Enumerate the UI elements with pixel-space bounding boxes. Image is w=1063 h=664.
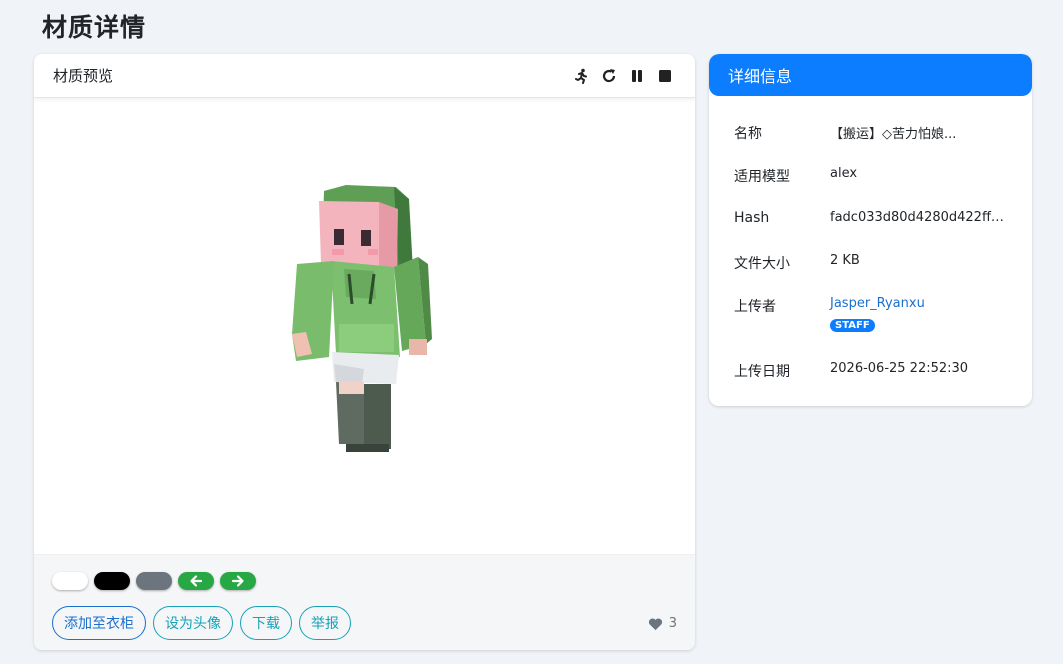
preview-title: 材质预览 bbox=[53, 67, 114, 85]
size-value: 2 KB bbox=[830, 253, 860, 268]
model-label: 适用模型 bbox=[734, 169, 790, 185]
background-swatches bbox=[52, 572, 256, 590]
reset-icon[interactable] bbox=[601, 68, 617, 84]
likes-counter: 3 bbox=[648, 616, 677, 631]
prev-bg-button[interactable] bbox=[178, 572, 214, 590]
bg-white-swatch[interactable] bbox=[52, 572, 88, 590]
staff-badge: STAFF bbox=[830, 319, 875, 332]
date-label: 上传日期 bbox=[734, 364, 790, 380]
name-label: 名称 bbox=[734, 126, 762, 142]
info-header: 详细信息 bbox=[709, 54, 1032, 96]
pause-icon[interactable] bbox=[629, 68, 645, 84]
set-avatar-button[interactable]: 设为头像 bbox=[153, 606, 233, 640]
hash-label: Hash bbox=[734, 210, 770, 226]
name-value: 【搬运】◇苦力怕娘... bbox=[830, 127, 957, 142]
run-icon[interactable] bbox=[573, 68, 589, 84]
bg-black-swatch[interactable] bbox=[94, 572, 130, 590]
arrow-right-icon bbox=[231, 575, 244, 587]
date-value: 2026-06-25 22:52:30 bbox=[830, 361, 969, 376]
preview-toolbar bbox=[573, 68, 673, 84]
heart-icon bbox=[648, 617, 662, 630]
info-card: 详细信息 名称 【搬运】◇苦力怕娘... 适用模型 alex Hash fadc… bbox=[709, 54, 1032, 406]
uploader-label: 上传者 bbox=[734, 299, 776, 315]
hash-value: fadc033d80d4280d422ffe... bbox=[830, 210, 1010, 225]
size-label: 文件大小 bbox=[734, 256, 790, 272]
action-buttons: 添加至衣柜 设为头像 下载 举报 bbox=[52, 606, 351, 640]
preview-card: 材质预览 添加至衣柜 设为头像 下载 举报 3 bbox=[34, 54, 695, 650]
preview-header: 材质预览 bbox=[34, 54, 695, 98]
arrow-left-icon bbox=[190, 575, 203, 587]
uploader-link[interactable]: Jasper_Ryanxu bbox=[830, 296, 925, 311]
report-button[interactable]: 举报 bbox=[299, 606, 351, 640]
skin-model bbox=[292, 185, 432, 452]
likes-count: 3 bbox=[668, 616, 677, 631]
uploader-value-group: Jasper_Ryanxu STAFF bbox=[830, 296, 1010, 332]
page-title: 材质详情 bbox=[42, 13, 147, 42]
skin-preview-canvas[interactable] bbox=[34, 99, 695, 554]
next-bg-button[interactable] bbox=[220, 572, 256, 590]
stop-icon[interactable] bbox=[657, 68, 673, 84]
download-button[interactable]: 下载 bbox=[240, 606, 292, 640]
preview-footer: 添加至衣柜 设为头像 下载 举报 3 bbox=[34, 554, 695, 650]
model-value: alex bbox=[830, 166, 858, 181]
bg-gray-swatch[interactable] bbox=[136, 572, 172, 590]
add-to-closet-button[interactable]: 添加至衣柜 bbox=[52, 606, 146, 640]
